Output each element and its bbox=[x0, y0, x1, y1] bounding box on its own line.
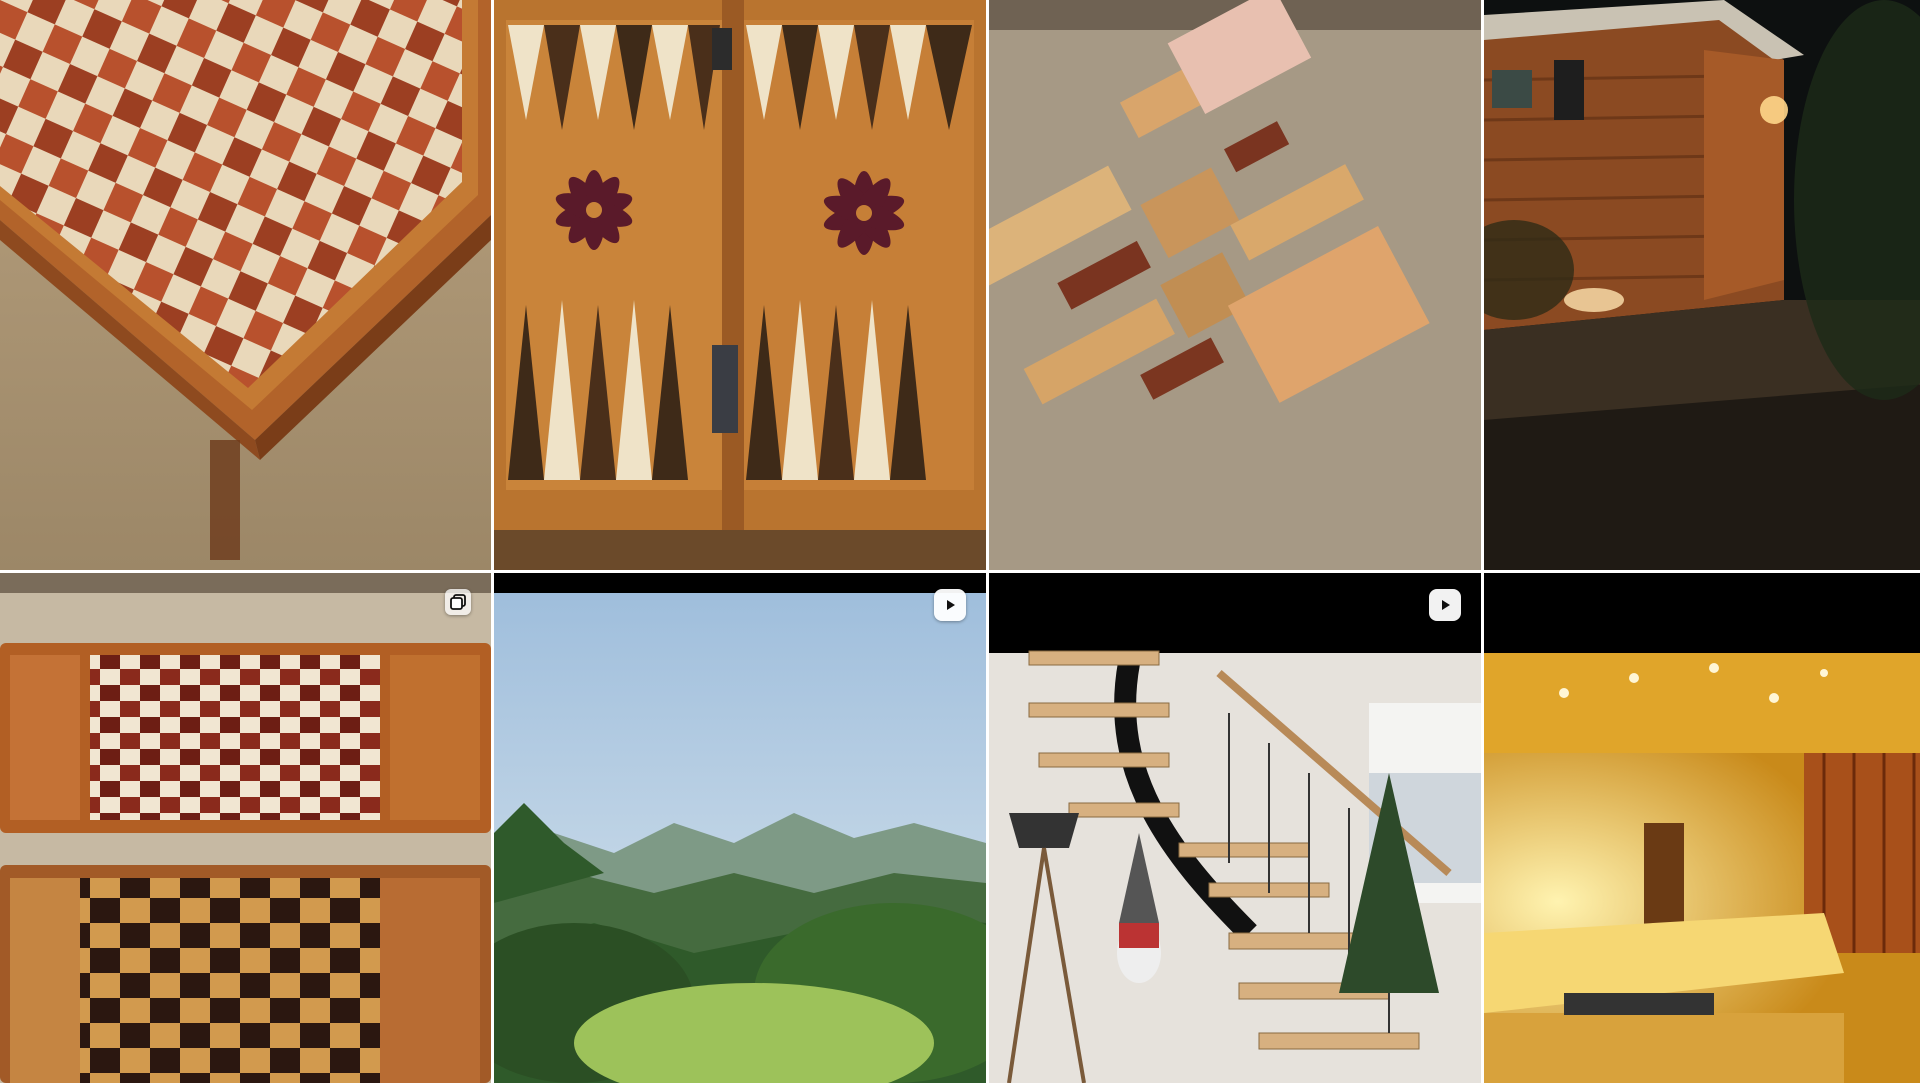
photo-grid bbox=[0, 0, 1920, 1083]
video-badge bbox=[934, 589, 966, 621]
carousel-icon bbox=[450, 594, 466, 610]
post-tile-forest-mountains[interactable] bbox=[494, 573, 986, 1083]
post-image bbox=[0, 0, 491, 570]
post-image bbox=[494, 0, 986, 570]
post-image bbox=[1484, 0, 1920, 570]
post-tile-staircase-interior[interactable] bbox=[989, 573, 1481, 1083]
post-image bbox=[0, 573, 491, 1083]
play-icon bbox=[1442, 600, 1450, 610]
post-tile-warm-lit-room[interactable] bbox=[1484, 573, 1920, 1083]
post-image bbox=[494, 573, 986, 1083]
video-badge bbox=[1429, 589, 1461, 621]
carousel-badge bbox=[445, 589, 471, 615]
post-tile-wooden-cabin-night[interactable] bbox=[1484, 0, 1920, 570]
play-icon bbox=[947, 600, 955, 610]
post-image bbox=[989, 0, 1481, 570]
post-image bbox=[989, 573, 1481, 1083]
post-tile-woodworking-parts[interactable] bbox=[989, 0, 1481, 570]
post-tile-chess-trays[interactable] bbox=[0, 573, 491, 1083]
post-tile-backgammon-board[interactable] bbox=[494, 0, 986, 570]
post-tile-chessboard-table[interactable] bbox=[0, 0, 491, 570]
post-image bbox=[1484, 573, 1920, 1083]
